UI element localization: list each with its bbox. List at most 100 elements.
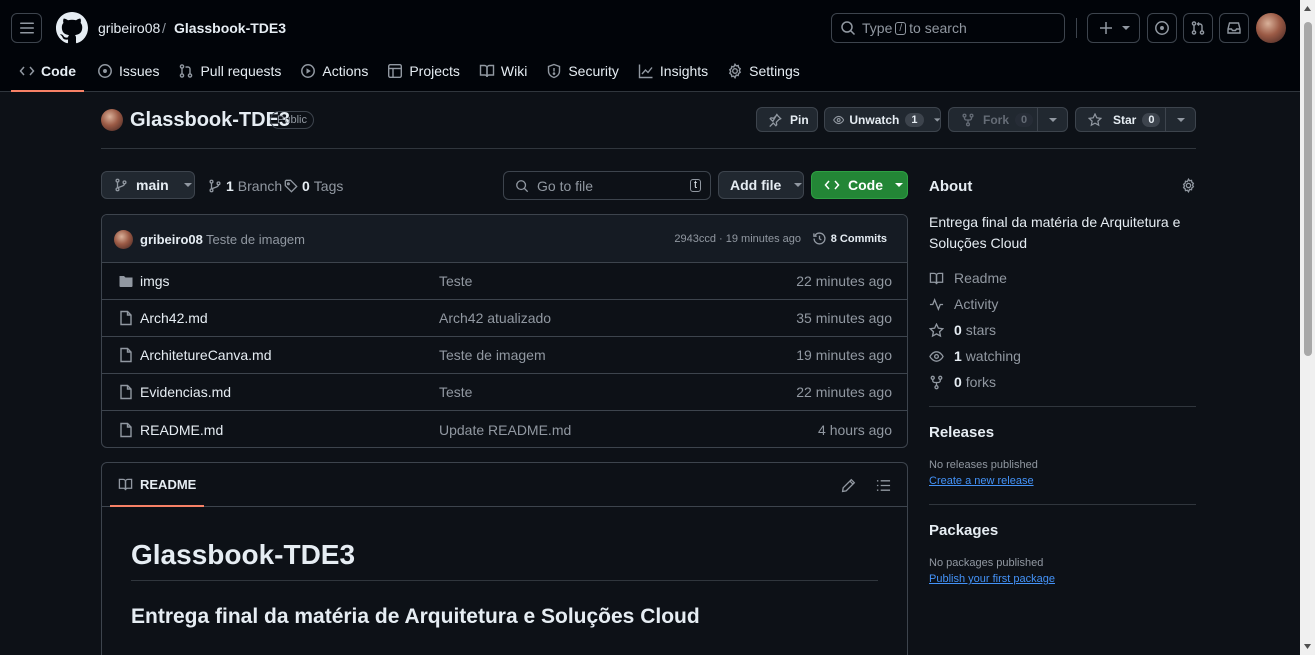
file-name[interactable]: README.md [140, 422, 223, 438]
stars-link[interactable]: 0 stars [929, 322, 996, 338]
triangle-down-icon [794, 183, 803, 187]
branch-select[interactable]: main [101, 171, 195, 199]
global-search[interactable]: Type / to search [831, 13, 1065, 43]
search-prefix: Type [862, 20, 893, 36]
readme-tab[interactable]: README [110, 463, 205, 507]
star-button-group: Star 0 [1075, 107, 1196, 132]
file-time: 4 hours ago [818, 421, 892, 438]
file-name[interactable]: Evidencias.md [140, 384, 231, 400]
book-icon [118, 478, 133, 490]
file-name[interactable]: Arch42.md [140, 310, 208, 326]
readme-h2: Entrega final da matéria de Arquitetura … [131, 605, 700, 628]
create-release-link[interactable]: Create a new release [929, 475, 1034, 487]
fork-icon [962, 113, 974, 126]
tab-pull-requests[interactable]: Pull requests [170, 56, 289, 86]
repo-header: Glassbook-TDE3 Public Pin Unwatch 1 Fork… [101, 106, 1196, 149]
packages-title[interactable]: Packages [929, 522, 998, 539]
about-title: About [929, 178, 973, 195]
tab-security[interactable]: Security [538, 56, 627, 86]
play-icon [301, 64, 316, 78]
file-table: gribeiro08 Teste de imagem 2943ccd · 19 … [101, 214, 908, 448]
branches-link[interactable]: 1 Branch [208, 178, 282, 194]
star-dropdown[interactable] [1166, 116, 1195, 124]
triangle-down-icon [1121, 26, 1130, 30]
commits-link[interactable]: 8 Commits [812, 231, 887, 246]
unwatch-button[interactable]: Unwatch 1 [824, 107, 941, 132]
file-row[interactable]: ArchitetureCanva.md Teste de imagem 19 m… [102, 337, 907, 374]
tab-insights[interactable]: Insights [630, 56, 716, 86]
tab-projects-label: Projects [409, 63, 460, 79]
tab-security-label: Security [568, 63, 619, 79]
file-commit-message[interactable]: Teste [439, 273, 472, 289]
tag-count: 0 [302, 178, 310, 194]
fork-dropdown[interactable] [1038, 116, 1067, 124]
create-new-button[interactable] [1087, 13, 1140, 43]
breadcrumb-owner[interactable]: gribeiro08 [98, 20, 160, 36]
github-logo-icon[interactable] [56, 12, 88, 44]
pin-label: Pin [790, 112, 809, 127]
visibility-badge: Public [270, 111, 314, 129]
star-button[interactable]: Star 0 [1076, 108, 1166, 131]
file-row[interactable]: Evidencias.md Teste 22 minutes ago [102, 374, 907, 411]
code-icon [19, 66, 35, 76]
file-commit-message[interactable]: Arch42 atualizado [439, 310, 551, 326]
file-row[interactable]: Arch42.md Arch42 atualizado 35 minutes a… [102, 300, 907, 337]
issues-button[interactable] [1147, 13, 1177, 43]
star-icon [929, 322, 944, 337]
commit-message[interactable]: Teste de imagem [206, 232, 305, 247]
activity-link[interactable]: Activity [929, 296, 998, 312]
file-row[interactable]: README.md Update README.md 4 hours ago [102, 411, 907, 447]
file-name[interactable]: imgs [140, 273, 170, 289]
pin-button[interactable]: Pin [756, 107, 818, 132]
go-to-file-input[interactable]: Go to file t [503, 171, 711, 200]
tab-wiki-label: Wiki [500, 63, 528, 79]
tab-actions[interactable]: Actions [292, 56, 376, 86]
scroll-up-arrow-icon[interactable] [1304, 6, 1311, 11]
commit-author[interactable]: gribeiro08 [140, 232, 203, 247]
tags-link[interactable]: 0 Tags [284, 178, 343, 194]
scroll-down-arrow-icon[interactable] [1304, 644, 1311, 649]
commit-author-avatar[interactable] [114, 230, 133, 249]
pencil-icon[interactable] [841, 478, 856, 493]
file-commit-message[interactable]: Teste [439, 384, 472, 400]
readme-link[interactable]: Readme [929, 270, 1007, 286]
file-icon [120, 422, 132, 437]
code-button[interactable]: Code [811, 171, 908, 199]
code-label: Code [848, 177, 883, 193]
releases-title[interactable]: Releases [929, 424, 994, 441]
tab-projects[interactable]: Projects [379, 56, 468, 86]
file-commit-message[interactable]: Update README.md [439, 422, 571, 438]
fork-button[interactable]: Fork 0 [949, 108, 1038, 131]
readme-h1: Glassbook-TDE3 [131, 539, 878, 581]
graph-icon [638, 64, 653, 79]
user-avatar[interactable] [1256, 13, 1286, 43]
eye-icon [833, 115, 845, 124]
breadcrumb-repo[interactable]: Glassbook-TDE3 [174, 20, 286, 36]
inbox-button[interactable] [1219, 13, 1249, 43]
eye-icon [929, 350, 944, 362]
history-icon [812, 232, 826, 245]
triangle-down-icon [1176, 117, 1185, 122]
file-commit-message[interactable]: Teste de imagem [439, 347, 546, 363]
gear-icon[interactable] [1181, 178, 1196, 193]
publish-package-link[interactable]: Publish your first package [929, 573, 1055, 585]
branch-icon [115, 178, 127, 192]
file-row[interactable]: imgs Teste 22 minutes ago [102, 263, 907, 300]
commit-hash-time[interactable]: 2943ccd · 19 minutes ago [674, 233, 801, 245]
tab-wiki[interactable]: Wiki [471, 56, 535, 86]
watching-link[interactable]: 1 watching [929, 348, 1021, 364]
branch-count: 1 [226, 178, 234, 194]
scrollbar-thumb[interactable] [1304, 22, 1312, 356]
tab-issues[interactable]: Issues [89, 56, 167, 86]
file-name[interactable]: ArchitetureCanva.md [140, 347, 272, 363]
tab-settings[interactable]: Settings [719, 56, 808, 86]
pulse-icon [929, 297, 944, 311]
scrollbar[interactable] [1300, 0, 1315, 655]
tab-code[interactable]: Code [11, 56, 84, 92]
forks-link[interactable]: 0 forks [929, 374, 996, 390]
pull-requests-button[interactable] [1183, 13, 1213, 43]
tab-issues-label: Issues [119, 63, 160, 79]
add-file-button[interactable]: Add file [718, 171, 804, 199]
menu-button[interactable] [11, 13, 42, 43]
outline-list-icon[interactable] [876, 478, 891, 493]
